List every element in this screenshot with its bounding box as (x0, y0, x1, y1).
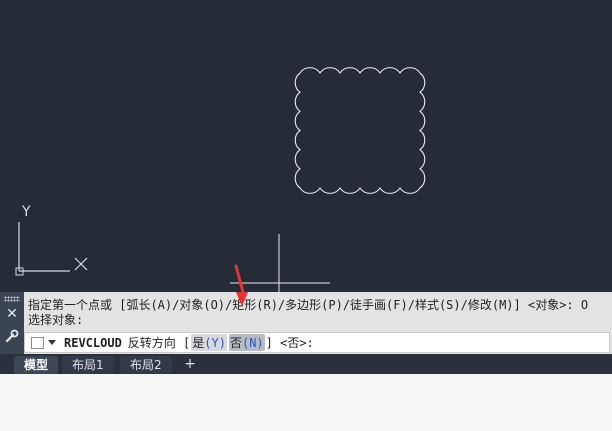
status-bar (0, 374, 612, 431)
crosshair-cursor (230, 234, 330, 292)
command-history: 指定第一个点或 [弧长(A)/对象(O)/矩形(R)/多边形(P)/徒手画(F)… (28, 298, 610, 328)
drawing-canvas[interactable]: Y X (0, 0, 612, 292)
close-icon[interactable]: ✕ (2, 305, 22, 323)
tab-label: 布局1 (72, 358, 104, 372)
pointer-arrow (234, 264, 245, 292)
tab-model[interactable]: 模型 (14, 356, 59, 374)
tab-label: 模型 (24, 358, 49, 372)
drag-grip-icon[interactable] (4, 296, 20, 302)
revision-cloud-shape[interactable] (294, 67, 426, 194)
layout-tab-bar: 模型 布局1 布局2 + (0, 354, 612, 374)
add-layout-button[interactable]: + (182, 355, 198, 373)
command-input[interactable]: REVCLOUD 反转方向 [ 是(Y) 否(N) ] <否>: (24, 332, 610, 353)
option-yes-label: 是 (192, 336, 205, 350)
command-line-panel: ✕ 指定第一个点或 [弧长(A)/对象(O)/矩形(R)/多边形(P)/徒手画(… (0, 292, 612, 354)
tab-label: 布局2 (130, 358, 162, 372)
chevron-down-icon[interactable] (48, 340, 56, 345)
option-no-key: (N) (241, 336, 264, 350)
recent-commands-icon[interactable] (31, 336, 44, 349)
ucs-icon (15, 222, 88, 276)
tab-layout1[interactable]: 布局1 (62, 356, 114, 374)
option-no[interactable]: 否(N) (228, 334, 265, 351)
ucs-y-label: Y (21, 204, 31, 220)
history-line: 选择对象: (28, 313, 84, 327)
option-yes-key: (Y) (204, 336, 226, 350)
command-name: REVCLOUD (64, 335, 122, 350)
option-no-label: 否 (229, 336, 242, 350)
prompt-text: 反转方向 [ (127, 336, 191, 350)
wrench-icon[interactable] (2, 329, 22, 347)
drawing-area: Y X (15, 67, 426, 292)
tab-layout2[interactable]: 布局2 (120, 356, 172, 374)
option-yes[interactable]: 是(Y) (191, 334, 227, 351)
command-line-toolbar: ✕ (0, 292, 24, 354)
prompt-suffix: ] <否>: (265, 336, 314, 350)
history-line: 指定第一个点或 [弧长(A)/对象(O)/矩形(R)/多边形(P)/徒手画(F)… (28, 298, 589, 312)
